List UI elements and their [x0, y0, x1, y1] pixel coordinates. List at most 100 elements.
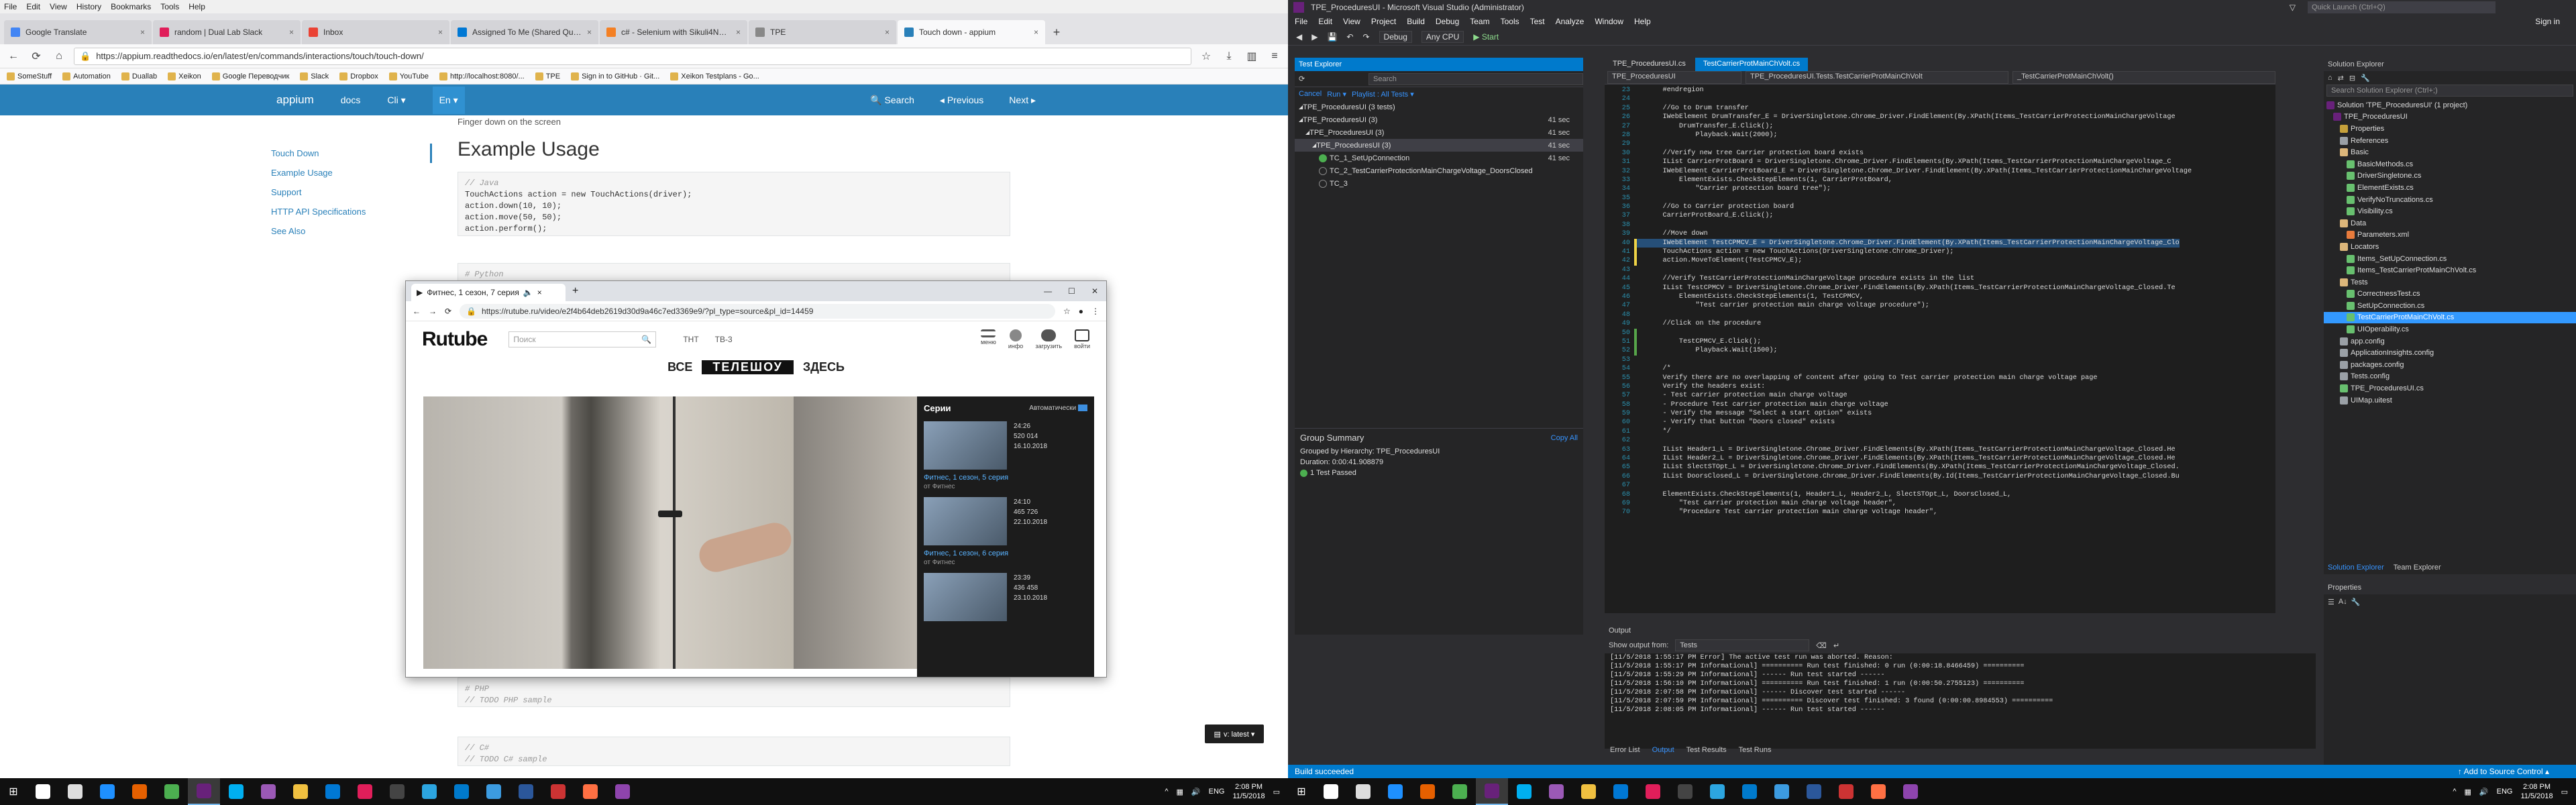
task-view-icon[interactable] — [1347, 778, 1379, 805]
notifications-icon[interactable]: ▭ — [1273, 788, 1280, 796]
test-tree-row[interactable]: ◢ TPE_ProceduresUI (3) 41 sec — [1295, 139, 1583, 152]
tab-team-explorer[interactable]: Team Explorer — [2394, 564, 2441, 576]
rutube-logo[interactable]: Rutube — [422, 328, 488, 351]
sidebar-item-see-also[interactable]: See Also — [267, 221, 432, 241]
run-button[interactable]: Run ▾ — [1327, 90, 1346, 99]
search-icon[interactable] — [27, 778, 59, 805]
solution-tree-item[interactable]: Locators — [2324, 241, 2576, 253]
tab-solution-explorer[interactable]: Solution Explorer — [2328, 564, 2384, 576]
test-tree-row[interactable]: TC_1_SetUpConnection 41 sec — [1295, 152, 1583, 164]
back-icon[interactable]: ← — [413, 307, 421, 316]
test-tree-row[interactable]: ◢ TPE_ProceduresUI (3 tests) — [1295, 101, 1583, 113]
bookmark-item[interactable]: Xeikon — [168, 72, 201, 80]
vs-menu-item[interactable]: Edit — [1318, 17, 1332, 26]
address-bar[interactable]: 🔒 https://appium.readthedocs.io/en/lates… — [74, 47, 1191, 65]
app-icon-orange[interactable] — [1862, 778, 1894, 805]
word-icon[interactable] — [510, 778, 542, 805]
solution-tree-item[interactable]: TPE_ProceduresUI.cs — [2324, 382, 2576, 394]
bookmark-item[interactable]: Google Переводчик — [211, 72, 289, 80]
forward-icon[interactable]: ▶ — [1311, 32, 1318, 42]
skype-icon[interactable] — [220, 778, 252, 805]
back-icon[interactable]: ← — [5, 48, 21, 64]
notifications-icon[interactable]: ▭ — [2561, 788, 2568, 796]
skype-icon[interactable] — [1508, 778, 1540, 805]
solution-tree-item[interactable]: References — [2324, 135, 2576, 147]
class-dropdown[interactable]: TPE_ProceduresUI.Tests.TestCarrierProtMa… — [1746, 71, 2008, 84]
vs-menu-item[interactable]: File — [1295, 17, 1307, 26]
back-icon[interactable]: ◀ — [1296, 32, 1302, 42]
new-tab-icon[interactable]: + — [1046, 20, 1067, 44]
nav-language[interactable]: En ▾ — [432, 86, 465, 114]
menu-help[interactable]: Help — [189, 2, 205, 11]
redo-icon[interactable]: ↷ — [1362, 32, 1369, 42]
alphabetical-icon[interactable]: A↓ — [2339, 598, 2347, 606]
vs-menu-item[interactable]: Team — [1470, 17, 1489, 26]
solution-tree-item[interactable]: Tests — [2324, 276, 2576, 288]
login-button[interactable]: войти — [1074, 329, 1090, 350]
solution-tree-item[interactable]: CorrectnessTest.cs — [2324, 288, 2576, 301]
vs-menu-item[interactable]: Tools — [1501, 17, 1519, 26]
browser-tab[interactable]: Inbox × — [302, 20, 449, 44]
undo-icon[interactable]: ↶ — [1346, 32, 1353, 42]
video-player[interactable] — [423, 396, 917, 669]
project-dropdown[interactable]: TPE_ProceduresUI — [1607, 71, 1741, 84]
cancel-button[interactable]: Cancel — [1299, 90, 1322, 98]
windows-start-icon[interactable]: ⊞ — [0, 778, 27, 805]
word-icon[interactable] — [1798, 778, 1830, 805]
solution-tree-item[interactable]: VerifyNoTruncations.cs — [2324, 194, 2576, 206]
browser-tab[interactable]: c# - Selenium with Sikuli4Net... × — [600, 20, 747, 44]
close-tab-icon[interactable]: × — [438, 28, 443, 37]
browser-tab[interactable]: random | Dual Lab Slack × — [153, 20, 301, 44]
vs-menu-item[interactable]: Build — [1407, 17, 1425, 26]
sign-in-link[interactable]: Sign in — [2535, 17, 2560, 26]
windows-start-icon[interactable]: ⊞ — [1288, 778, 1315, 805]
network-icon[interactable]: ▦ — [2465, 788, 2471, 796]
solution-tree-item[interactable]: packages.config — [2324, 359, 2576, 371]
bookmark-item[interactable]: Dropbox — [339, 72, 378, 80]
calculator-icon[interactable] — [381, 778, 413, 805]
chrome-menu-icon[interactable]: ⋮ — [1091, 307, 1099, 316]
menu-icon[interactable]: ≡ — [1267, 48, 1283, 64]
home-icon[interactable]: ⌂ — [51, 48, 67, 64]
solution-tree-item[interactable]: app.config — [2324, 335, 2576, 347]
star-icon[interactable]: ☆ — [1063, 307, 1071, 316]
sync-icon[interactable]: ⇄ — [2338, 74, 2344, 83]
vs-code-icon[interactable] — [1733, 778, 1766, 805]
rutube-search-input[interactable]: Поиск 🔍 — [508, 331, 657, 347]
edge-icon[interactable] — [1379, 778, 1411, 805]
vs-menu-item[interactable]: Help — [1634, 17, 1651, 26]
test-tree-row[interactable]: TC_3 — [1295, 177, 1583, 190]
solution-tree-item[interactable]: SetUpConnection.cs — [2324, 300, 2576, 312]
menu-bookmarks[interactable]: Bookmarks — [111, 2, 151, 11]
info-button[interactable]: инфо — [1008, 329, 1023, 350]
visual-studio-icon[interactable] — [1476, 778, 1508, 805]
configuration-dropdown[interactable]: Debug — [1379, 30, 1412, 43]
volume-icon[interactable]: 🔊 — [2479, 788, 2489, 796]
vs-menu-item[interactable]: Project — [1371, 17, 1396, 26]
solution-tree-item[interactable]: UIMap.uitest — [2324, 394, 2576, 407]
close-tab-icon[interactable]: × — [587, 28, 592, 37]
wrench-icon[interactable]: 🔧 — [2351, 598, 2361, 606]
chrome-icon[interactable] — [156, 778, 188, 805]
playlist-dropdown[interactable]: Playlist : All Tests ▾ — [1352, 90, 1414, 99]
next-link[interactable]: Next ▸ — [1009, 95, 1036, 106]
download-icon[interactable]: ⤓ — [1221, 48, 1237, 64]
onedrive-icon[interactable] — [1830, 778, 1862, 805]
reload-icon[interactable]: ⟳ — [28, 48, 44, 64]
mute-icon[interactable]: 🔈 — [523, 288, 533, 297]
menu-file[interactable]: File — [4, 2, 17, 11]
bookmark-item[interactable]: SomeStuff — [7, 72, 52, 80]
mail-icon[interactable] — [317, 778, 349, 805]
editor-tab[interactable]: TPE_ProceduresUI.cs — [1605, 58, 1694, 71]
vs-menu-item[interactable]: View — [1343, 17, 1360, 26]
solution-tree-item[interactable]: ElementExists.cs — [2324, 182, 2576, 194]
solution-tree-item[interactable]: Parameters.xml — [2324, 229, 2576, 241]
telegram-icon[interactable] — [413, 778, 445, 805]
appium-brand-link[interactable]: appium — [276, 93, 314, 107]
bookmark-item[interactable]: Sign in to GitHub · Git... — [571, 72, 659, 80]
categorized-icon[interactable]: ☰ — [2328, 598, 2334, 606]
library-icon[interactable]: ▥ — [1244, 48, 1260, 64]
filter-icon[interactable]: ▽ — [2290, 3, 2296, 12]
episode-item[interactable]: 23:39 436 458 23.10.2018 — [924, 573, 1087, 621]
telegram-icon[interactable] — [1701, 778, 1733, 805]
